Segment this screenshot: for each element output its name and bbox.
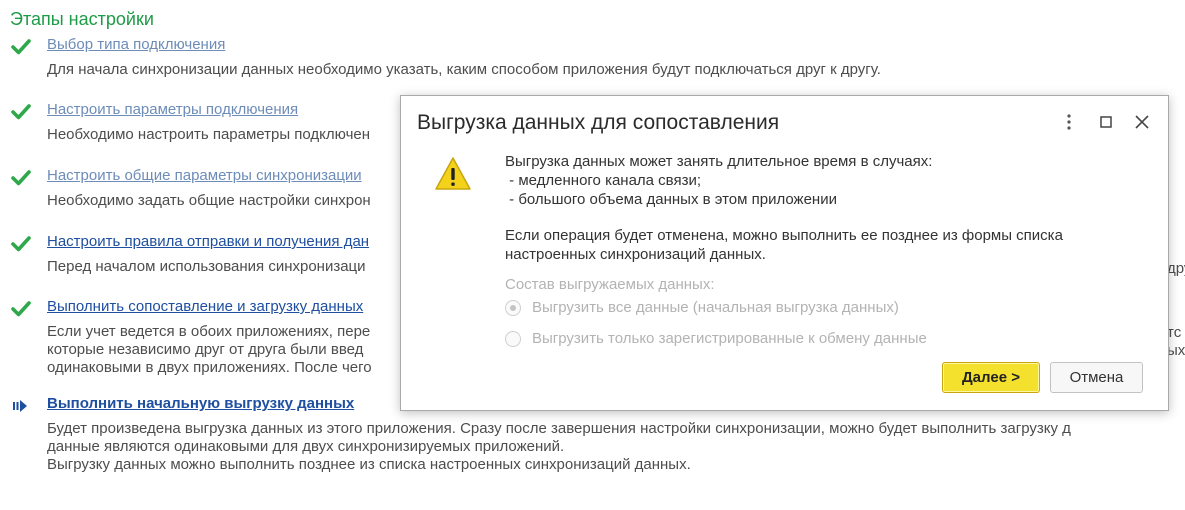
page-title: Этапы настройки xyxy=(10,9,154,29)
radio-export-all[interactable]: Выгрузить все данные (начальная выгрузка… xyxy=(505,299,965,319)
radio-label: Выгрузить только зарегистрированные к об… xyxy=(532,330,927,347)
cancel-note-text: Если операция будет отменена, можно выпо… xyxy=(505,227,1063,263)
radio-label: Выгрузить все данные (начальная выгрузка… xyxy=(532,299,899,316)
more-vertical-icon[interactable] xyxy=(1057,110,1081,134)
next-button[interactable]: Далее > xyxy=(942,362,1040,393)
checkmark-icon xyxy=(11,103,31,121)
checkmark-icon xyxy=(11,235,31,253)
warning-text: Выгрузка данных может занять длительное … xyxy=(505,153,933,208)
checkmark-icon xyxy=(11,38,31,56)
current-step-arrow-icon xyxy=(11,397,31,415)
close-icon[interactable] xyxy=(1130,110,1154,134)
step-link-matching-and-load[interactable]: Выполнить сопоставление и загрузку данны… xyxy=(47,298,363,315)
maximize-icon[interactable] xyxy=(1094,110,1118,134)
step-link-connection-params[interactable]: Настроить параметры подключения xyxy=(47,101,298,118)
step-link-sync-params[interactable]: Настроить общие параметры синхронизации xyxy=(47,167,362,184)
step-description: Будет произведена выгрузка данных из это… xyxy=(47,420,1071,473)
step-link-send-receive-rules[interactable]: Настроить правила отправки и получения д… xyxy=(47,233,369,250)
checkmark-icon xyxy=(11,169,31,187)
clipped-text-fragment: тс xyxy=(1167,324,1182,341)
radio-export-registered[interactable]: Выгрузить только зарегистрированные к об… xyxy=(505,330,965,350)
clipped-text-fragment: ых xyxy=(1167,342,1185,359)
step-link-connection-type[interactable]: Выбор типа подключения xyxy=(47,36,225,53)
warning-icon xyxy=(434,156,472,192)
radio-selected-dot xyxy=(510,305,516,311)
clipped-text-fragment: дру xyxy=(1167,260,1185,277)
step-link-initial-export[interactable]: Выполнить начальную выгрузку данных xyxy=(47,395,354,412)
dialog-title: Выгрузка данных для сопоставления xyxy=(417,111,780,134)
export-dialog: Выгрузка данных для сопоставления Выгруз… xyxy=(400,95,1169,411)
step-description: Для начала синхронизации данных необходи… xyxy=(47,61,881,78)
cancel-button[interactable]: Отмена xyxy=(1050,362,1143,393)
radio-button[interactable] xyxy=(505,331,521,347)
export-composition-label: Состав выгружаемых данных: xyxy=(505,276,715,293)
checkmark-icon xyxy=(11,300,31,318)
radio-button[interactable] xyxy=(505,300,521,316)
